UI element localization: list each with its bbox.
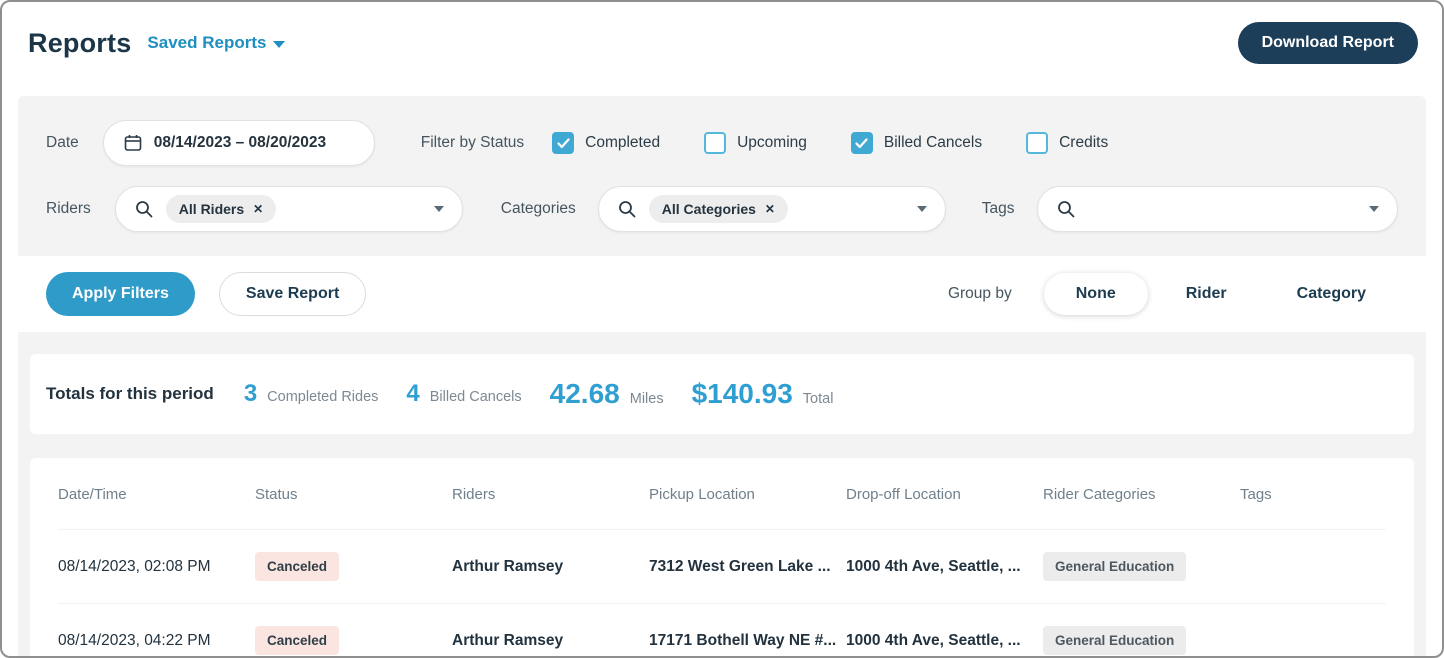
checkbox-box (1026, 132, 1049, 154)
cell-datetime: 08/14/2023, 04:22 PM (58, 631, 211, 649)
table-row[interactable]: 08/14/2023, 02:08 PM Canceled Arthur Ram… (58, 529, 1386, 603)
saved-reports-dropdown[interactable]: Saved Reports (147, 33, 286, 53)
calendar-icon (124, 135, 142, 151)
cell-pickup: 7312 West Green Lake ... (649, 557, 831, 575)
chevron-down-icon (433, 206, 444, 212)
check-icon (557, 137, 570, 148)
chip-label: All Riders (178, 201, 245, 217)
cell-status: Canceled (255, 552, 452, 581)
chevron-down-icon (916, 206, 927, 212)
chip-remove-icon[interactable]: ✕ (765, 203, 775, 215)
total-amount: $140.93 Total (692, 378, 834, 410)
categories-label: Categories (500, 200, 576, 217)
total-value: 3 (243, 380, 258, 407)
page-title: Reports (28, 27, 132, 58)
checkbox-box (850, 132, 873, 154)
rides-table: Date/Time Status Riders Pickup Location … (30, 458, 1414, 656)
action-row: Apply Filters Save Report Group by None … (18, 256, 1426, 332)
checkbox-completed[interactable]: Completed (552, 132, 660, 154)
search-icon (135, 201, 153, 218)
cell-dropoff: 1000 4th Ave, Seattle, ... (846, 631, 1021, 649)
checkbox-upcoming[interactable]: Upcoming (704, 132, 807, 154)
cell-category: General Education (1043, 552, 1240, 581)
cell-status: Canceled (255, 626, 452, 655)
total-label: Total (802, 391, 834, 407)
total-miles: 42.68 Miles (550, 378, 664, 410)
group-by-label: Group by (947, 285, 1012, 302)
riders-label: Riders (46, 200, 91, 217)
status-badge: Canceled (255, 626, 340, 655)
filter-by-status-label: Filter by Status (420, 134, 525, 151)
total-value: 4 (406, 380, 420, 407)
group-option-none[interactable]: None (1043, 273, 1148, 315)
total-value: 42.68 (549, 378, 620, 409)
table-row[interactable]: 08/14/2023, 04:22 PM Canceled Arthur Ram… (58, 603, 1386, 656)
status-options: Completed Upcoming Billed Cancels Credit… (552, 132, 1152, 154)
chevron-down-icon (1369, 206, 1379, 212)
checkbox-label: Billed Cancels (883, 134, 983, 151)
status-badge: Canceled (255, 552, 340, 581)
totals-card: Totals for this period 3 Completed Rides… (30, 354, 1414, 434)
saved-reports-label: Saved Reports (147, 33, 267, 52)
table-header-row: Date/Time Status Riders Pickup Location … (58, 470, 1386, 529)
cell-pickup: 17171 Bothell Way NE #... (649, 631, 837, 649)
category-badge: General Education (1043, 552, 1187, 581)
all-categories-chip: All Categories ✕ (648, 195, 788, 223)
column-header-status: Status (255, 486, 298, 503)
chip-remove-icon[interactable]: ✕ (253, 203, 263, 215)
column-header-pickup: Pickup Location (649, 486, 755, 503)
cell-rider: Arthur Ramsey (452, 557, 564, 575)
filter-row-selects: Riders All Riders ✕ Categories All Categ… (18, 166, 1426, 234)
categories-select[interactable]: All Categories ✕ (597, 186, 946, 232)
cell-rider: Arthur Ramsey (452, 631, 564, 649)
total-label: Completed Rides (267, 389, 379, 405)
column-header-tags: Tags (1240, 486, 1272, 503)
total-label: Billed Cancels (429, 389, 522, 405)
tags-label: Tags (981, 200, 1015, 217)
column-header-dropoff: Drop-off Location (846, 486, 961, 503)
filter-panel: Date 08/14/2023 – 08/20/2023 Filter by S… (18, 96, 1426, 656)
group-option-category[interactable]: Category (1265, 273, 1398, 315)
total-completed-rides: 3 Completed Rides (244, 380, 379, 408)
save-report-button[interactable]: Save Report (218, 272, 367, 316)
total-billed-cancels: 4 Billed Cancels (406, 380, 521, 408)
reports-page: Reports Saved Reports Download Report Da… (0, 0, 1444, 658)
download-report-button[interactable]: Download Report (1237, 22, 1418, 64)
checkbox-label: Completed (585, 134, 661, 151)
group-option-rider[interactable]: Rider (1154, 273, 1259, 315)
filter-row-date-status: Date 08/14/2023 – 08/20/2023 Filter by S… (18, 96, 1426, 166)
apply-filters-button[interactable]: Apply Filters (46, 272, 195, 316)
check-icon (855, 137, 868, 148)
riders-select[interactable]: All Riders ✕ (114, 186, 463, 232)
cell-datetime: 08/14/2023, 02:08 PM (58, 557, 211, 575)
column-header-riders: Riders (452, 486, 496, 503)
tags-select[interactable] (1036, 186, 1398, 232)
column-header-categories: Rider Categories (1043, 486, 1156, 503)
cell-category: General Education (1043, 626, 1240, 655)
search-icon (618, 201, 636, 218)
checkbox-billed-cancels[interactable]: Billed Cancels (850, 132, 983, 154)
checkbox-box (704, 132, 727, 154)
total-label: Miles (629, 391, 664, 407)
chip-label: All Categories (661, 201, 756, 217)
cell-dropoff: 1000 4th Ave, Seattle, ... (846, 557, 1021, 575)
date-range-input[interactable]: 08/14/2023 – 08/20/2023 (102, 120, 375, 166)
chevron-down-icon (273, 40, 286, 48)
checkbox-box (552, 132, 575, 154)
category-badge: General Education (1043, 626, 1187, 655)
checkbox-credits[interactable]: Credits (1026, 132, 1108, 154)
page-header: Reports Saved Reports Download Report (2, 2, 1442, 80)
all-riders-chip: All Riders ✕ (165, 195, 277, 223)
date-label: Date (46, 134, 79, 151)
checkbox-label: Upcoming (737, 134, 807, 151)
totals-title: Totals for this period (46, 384, 214, 403)
checkbox-label: Credits (1059, 134, 1109, 151)
date-range-value: 08/14/2023 – 08/20/2023 (153, 134, 327, 151)
search-icon (1057, 201, 1074, 218)
total-value: $140.93 (691, 378, 793, 409)
column-header-datetime: Date/Time (58, 486, 127, 503)
